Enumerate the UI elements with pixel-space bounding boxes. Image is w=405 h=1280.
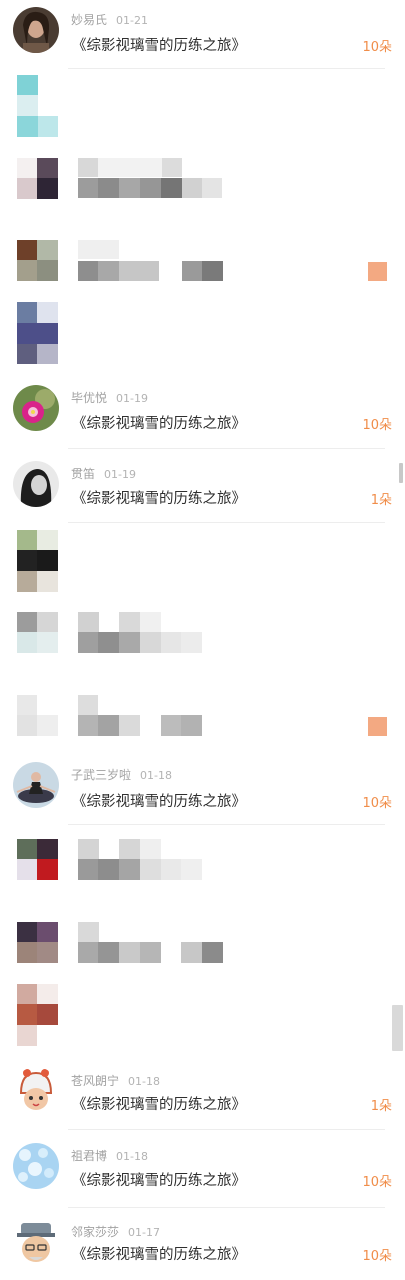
username[interactable]: 贯笛 01-19: [71, 465, 136, 482]
cartoon-girl-avatar[interactable]: [13, 1067, 59, 1113]
gift-book-title[interactable]: 《综影视璃雪的历练之旅》: [72, 1243, 246, 1264]
flower-count: 10朵: [362, 796, 392, 811]
flower-count: 10朵: [362, 40, 392, 55]
username-text[interactable]: 邻家莎莎: [71, 1225, 119, 1239]
gift-book-title[interactable]: 《综影视璃雪的历练之旅》: [72, 1169, 246, 1190]
gift-row[interactable]: 子武三岁啦 01-18 《综影视璃雪的历练之旅》 10朵: [0, 752, 405, 826]
row-divider: [68, 1129, 385, 1130]
date-text: 01-19: [104, 468, 136, 481]
flower-count: 1朵: [370, 493, 392, 508]
gift-row[interactable]: 毕优悦 01-19 《综影视璃雪的历练之旅》 10朵: [0, 374, 405, 450]
blurred-avatar: [17, 612, 58, 653]
gift-book-title[interactable]: 《综影视璃雪的历练之旅》: [72, 1093, 246, 1114]
blurred-avatar: [17, 922, 58, 963]
gift-row[interactable]: 妙易氏 01-21 《综影视璃雪的历练之旅》 10朵: [0, 0, 405, 70]
date-text: 01-17: [128, 1226, 160, 1239]
username-text[interactable]: 毕优悦: [71, 391, 107, 405]
username[interactable]: 毕优悦 01-19: [71, 389, 148, 406]
blurred-avatar: [17, 240, 58, 281]
woman-portrait-avatar[interactable]: [13, 7, 59, 53]
date-text: 01-18: [116, 1150, 148, 1163]
pink-flower-avatar[interactable]: [13, 385, 59, 431]
row-divider: [68, 824, 385, 825]
date-text: 01-18: [128, 1075, 160, 1088]
blurred-avatar: [17, 302, 58, 364]
scrollbar[interactable]: [392, 1005, 403, 1051]
blurred-avatar: [17, 695, 58, 736]
gift-row[interactable]: 苍风朗宁 01-18 《综影视璃雪的历练之旅》 1朵: [0, 1063, 405, 1131]
username[interactable]: 祖君博 01-18: [71, 1147, 148, 1164]
username[interactable]: 子武三岁啦 01-18: [71, 766, 172, 783]
gift-row[interactable]: 贯笛 01-19 《综影视璃雪的历练之旅》 1朵: [0, 452, 405, 524]
username[interactable]: 苍风朗宁 01-18: [71, 1072, 160, 1089]
blurred-avatar: [17, 839, 58, 880]
date-text: 01-19: [116, 392, 148, 405]
gift-row[interactable]: 祖君博 01-18 《综影视璃雪的历练之旅》 10朵: [0, 1133, 405, 1209]
row-divider: [68, 1207, 385, 1208]
date-text: 01-18: [140, 769, 172, 782]
blurred-gift-icon: [368, 262, 387, 281]
row-divider: [68, 448, 385, 449]
flower-count: 10朵: [362, 1175, 392, 1190]
gift-book-title[interactable]: 《综影视璃雪的历练之旅》: [72, 487, 246, 508]
blurred-gift-icon: [368, 717, 387, 736]
dancer-avatar[interactable]: [13, 762, 59, 808]
date-text: 01-21: [116, 14, 148, 27]
row-divider: [68, 522, 385, 523]
gift-book-title[interactable]: 《综影视璃雪的历练之旅》: [72, 412, 246, 433]
gift-book-title[interactable]: 《综影视璃雪的历练之旅》: [72, 34, 246, 55]
scrollbar[interactable]: [399, 463, 403, 483]
blurred-avatar: [17, 75, 58, 137]
gift-row[interactable]: 邻家莎莎 01-17 《综影视璃雪的历练之旅》 10朵: [0, 1211, 405, 1280]
gift-book-title[interactable]: 《综影视璃雪的历练之旅》: [72, 790, 246, 811]
flower-count: 10朵: [362, 418, 392, 433]
username[interactable]: 邻家莎莎 01-17: [71, 1223, 160, 1240]
username-text[interactable]: 子武三岁啦: [71, 768, 131, 782]
blue-bubbles-avatar[interactable]: [13, 1143, 59, 1189]
bw-girl-avatar[interactable]: [13, 461, 59, 507]
blurred-avatar: [17, 984, 58, 1046]
username[interactable]: 妙易氏 01-21: [71, 11, 148, 28]
username-text[interactable]: 苍风朗宁: [71, 1074, 119, 1088]
blurred-avatar: [17, 158, 58, 199]
blurred-avatar: [17, 530, 58, 592]
row-divider: [68, 68, 385, 69]
flower-count: 1朵: [370, 1099, 392, 1114]
username-text[interactable]: 妙易氏: [71, 13, 107, 27]
flower-count: 10朵: [362, 1249, 392, 1264]
username-text[interactable]: 祖君博: [71, 1149, 107, 1163]
gift-record-list: 妙易氏 01-21 《综影视璃雪的历练之旅》 10朵 毕优悦 01-19 《综影…: [0, 0, 405, 1280]
username-text[interactable]: 贯笛: [71, 467, 95, 481]
cartoon-old-man-avatar[interactable]: [13, 1219, 59, 1265]
